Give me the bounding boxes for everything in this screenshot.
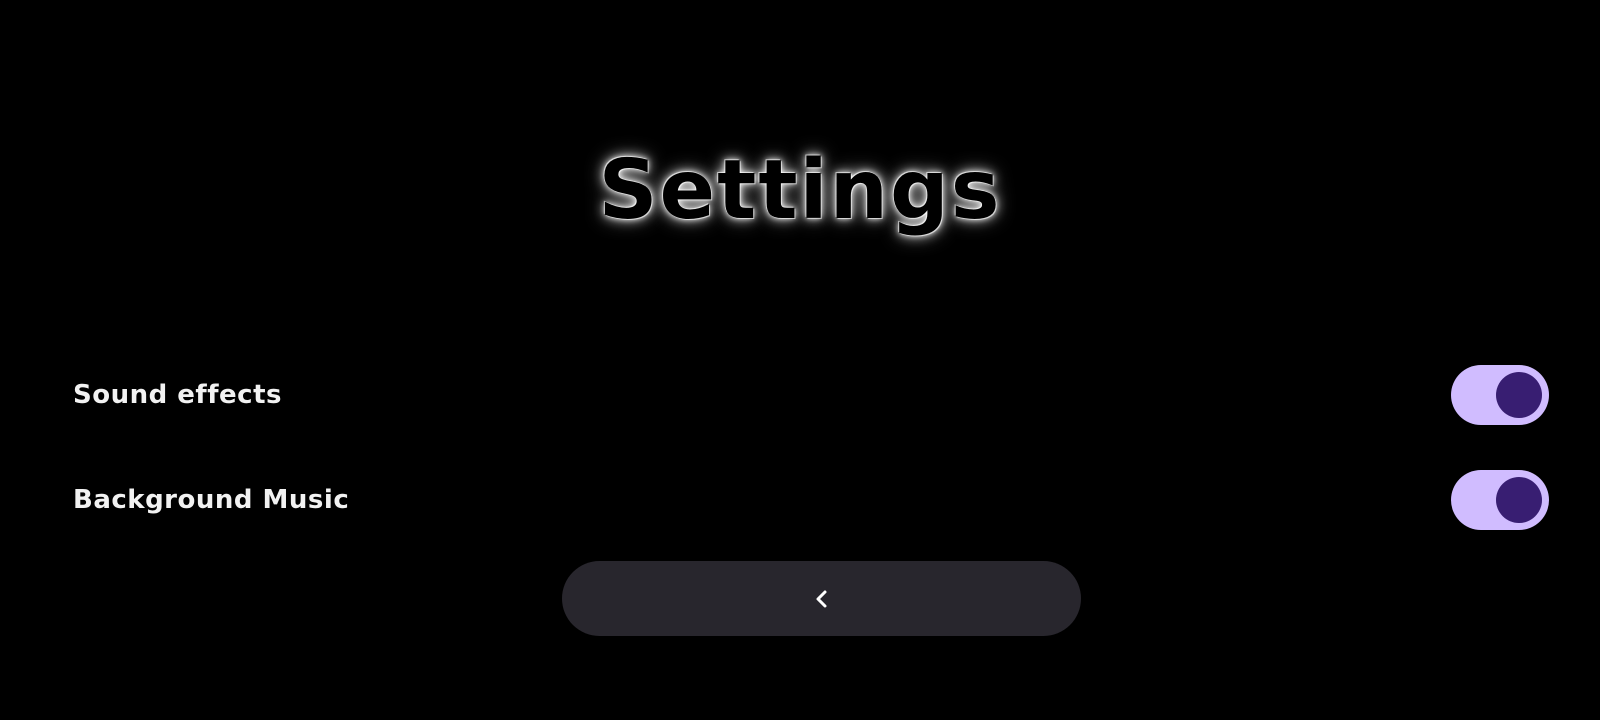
settings-screen: Settings Sound effects Background Music	[0, 0, 1600, 720]
sound-effects-toggle-thumb	[1496, 372, 1542, 418]
background-music-toggle[interactable]	[1451, 470, 1549, 530]
setting-row-background-music: Background Music	[73, 470, 1549, 530]
background-music-label: Background Music	[73, 485, 350, 515]
sound-effects-label: Sound effects	[73, 380, 282, 410]
back-button[interactable]	[562, 561, 1081, 636]
sound-effects-toggle[interactable]	[1451, 365, 1549, 425]
page-title: Settings	[598, 143, 1002, 238]
setting-row-sound-effects: Sound effects	[73, 365, 1549, 425]
chevron-left-icon	[816, 590, 826, 607]
background-music-toggle-thumb	[1496, 477, 1542, 523]
